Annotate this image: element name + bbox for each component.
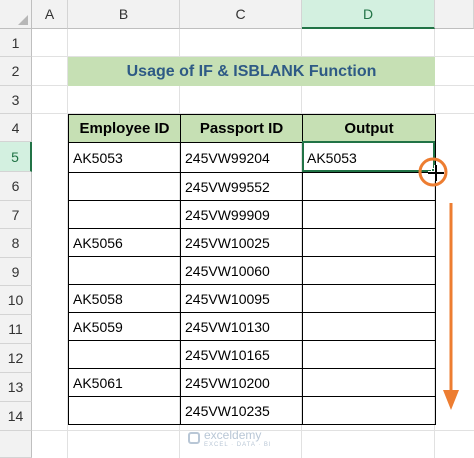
- row-header-7[interactable]: 7: [0, 201, 32, 229]
- cell-employee-id[interactable]: AK5059: [68, 312, 181, 341]
- cell-passport-id[interactable]: 245VW10130: [180, 312, 303, 341]
- watermark-text: exceldemy EXCEL · DATA · BI: [204, 428, 272, 448]
- cell-employee-id[interactable]: [68, 200, 181, 229]
- row-header-3[interactable]: 3: [0, 86, 32, 114]
- cell-output[interactable]: [302, 200, 436, 229]
- cell-output[interactable]: [302, 312, 436, 341]
- header-employee-id[interactable]: Employee ID: [68, 114, 181, 143]
- table-row: 245VW10235: [68, 396, 436, 425]
- cell-passport-id[interactable]: 245VW10165: [180, 340, 303, 369]
- watermark-name: exceldemy: [204, 428, 262, 442]
- down-arrow-icon: [443, 203, 459, 410]
- exceldemy-watermark: exceldemy EXCEL · DATA · BI: [188, 428, 272, 448]
- row-header-11[interactable]: 11: [0, 315, 32, 344]
- cell-employee-id[interactable]: [68, 256, 181, 285]
- spreadsheet-grid: A B C D 1 2 3 4 5 6 7 8 9 10 11 12 13 14…: [0, 0, 474, 458]
- cell-employee-id[interactable]: [68, 172, 181, 201]
- cell-employee-id[interactable]: [68, 340, 181, 369]
- exceldemy-logo-icon: [188, 432, 200, 444]
- cell-passport-id[interactable]: 245VW10025: [180, 228, 303, 257]
- column-header-d[interactable]: D: [302, 0, 435, 29]
- cell-output[interactable]: [302, 368, 436, 397]
- cell-passport-id[interactable]: 245VW10095: [180, 284, 303, 313]
- column-header-b[interactable]: B: [68, 0, 180, 29]
- fill-handle[interactable]: [431, 168, 438, 175]
- cell-employee-id[interactable]: AK5056: [68, 228, 181, 257]
- table-row: AK5058 245VW10095: [68, 284, 436, 313]
- select-all-triangle-icon: [18, 15, 28, 25]
- row-header-4[interactable]: 4: [0, 114, 32, 142]
- cell-passport-id[interactable]: 245VW10235: [180, 396, 303, 425]
- cell-output[interactable]: [302, 340, 436, 369]
- table-row: 245VW10060: [68, 256, 436, 285]
- watermark-tagline: EXCEL · DATA · BI: [204, 442, 272, 448]
- cell-passport-id[interactable]: 245VW99909: [180, 200, 303, 229]
- table-row: AK5061 245VW10200: [68, 368, 436, 397]
- row-header-5[interactable]: 5: [0, 142, 32, 172]
- table-header-row: Employee ID Passport ID Output: [68, 114, 436, 143]
- cell-output[interactable]: [302, 396, 436, 425]
- sheet-title[interactable]: Usage of IF & ISBLANK Function: [68, 57, 435, 86]
- row-header-15[interactable]: [0, 431, 32, 458]
- select-all-corner[interactable]: [0, 0, 32, 29]
- table-row: 245VW99552: [68, 172, 436, 201]
- row-header-1[interactable]: 1: [0, 29, 32, 57]
- cell-employee-id[interactable]: AK5053: [68, 142, 181, 173]
- cell-output[interactable]: [302, 256, 436, 285]
- table-row: AK5053 245VW99204 AK5053: [68, 142, 436, 173]
- column-header-e[interactable]: [435, 0, 474, 29]
- column-header-a[interactable]: A: [32, 0, 68, 29]
- row-header-2[interactable]: 2: [0, 57, 32, 86]
- row-header-13[interactable]: 13: [0, 373, 32, 402]
- cell-employee-id[interactable]: AK5058: [68, 284, 181, 313]
- row-header-8[interactable]: 8: [0, 229, 32, 258]
- cell-output[interactable]: [302, 284, 436, 313]
- table-row: 245VW99909: [68, 200, 436, 229]
- cell-passport-id[interactable]: 245VW99204: [180, 142, 303, 173]
- table-row: AK5059 245VW10130: [68, 312, 436, 341]
- row-header-6[interactable]: 6: [0, 172, 32, 201]
- header-output[interactable]: Output: [302, 114, 436, 143]
- row-header-12[interactable]: 12: [0, 344, 32, 373]
- cell-output[interactable]: [302, 172, 436, 201]
- cell-output[interactable]: AK5053: [302, 142, 436, 173]
- cell-employee-id[interactable]: AK5061: [68, 368, 181, 397]
- table-row: AK5056 245VW10025: [68, 228, 436, 257]
- cell-passport-id[interactable]: 245VW99552: [180, 172, 303, 201]
- cell-passport-id[interactable]: 245VW10060: [180, 256, 303, 285]
- row-header-10[interactable]: 10: [0, 286, 32, 315]
- cell-passport-id[interactable]: 245VW10200: [180, 368, 303, 397]
- column-header-c[interactable]: C: [180, 0, 302, 29]
- table-row: 245VW10165: [68, 340, 436, 369]
- cell-employee-id[interactable]: [68, 396, 181, 425]
- row-header-9[interactable]: 9: [0, 258, 32, 286]
- row-header-14[interactable]: 14: [0, 402, 32, 431]
- cell-output[interactable]: [302, 228, 436, 257]
- data-table: Employee ID Passport ID Output AK5053 24…: [68, 114, 436, 425]
- header-passport-id[interactable]: Passport ID: [180, 114, 303, 143]
